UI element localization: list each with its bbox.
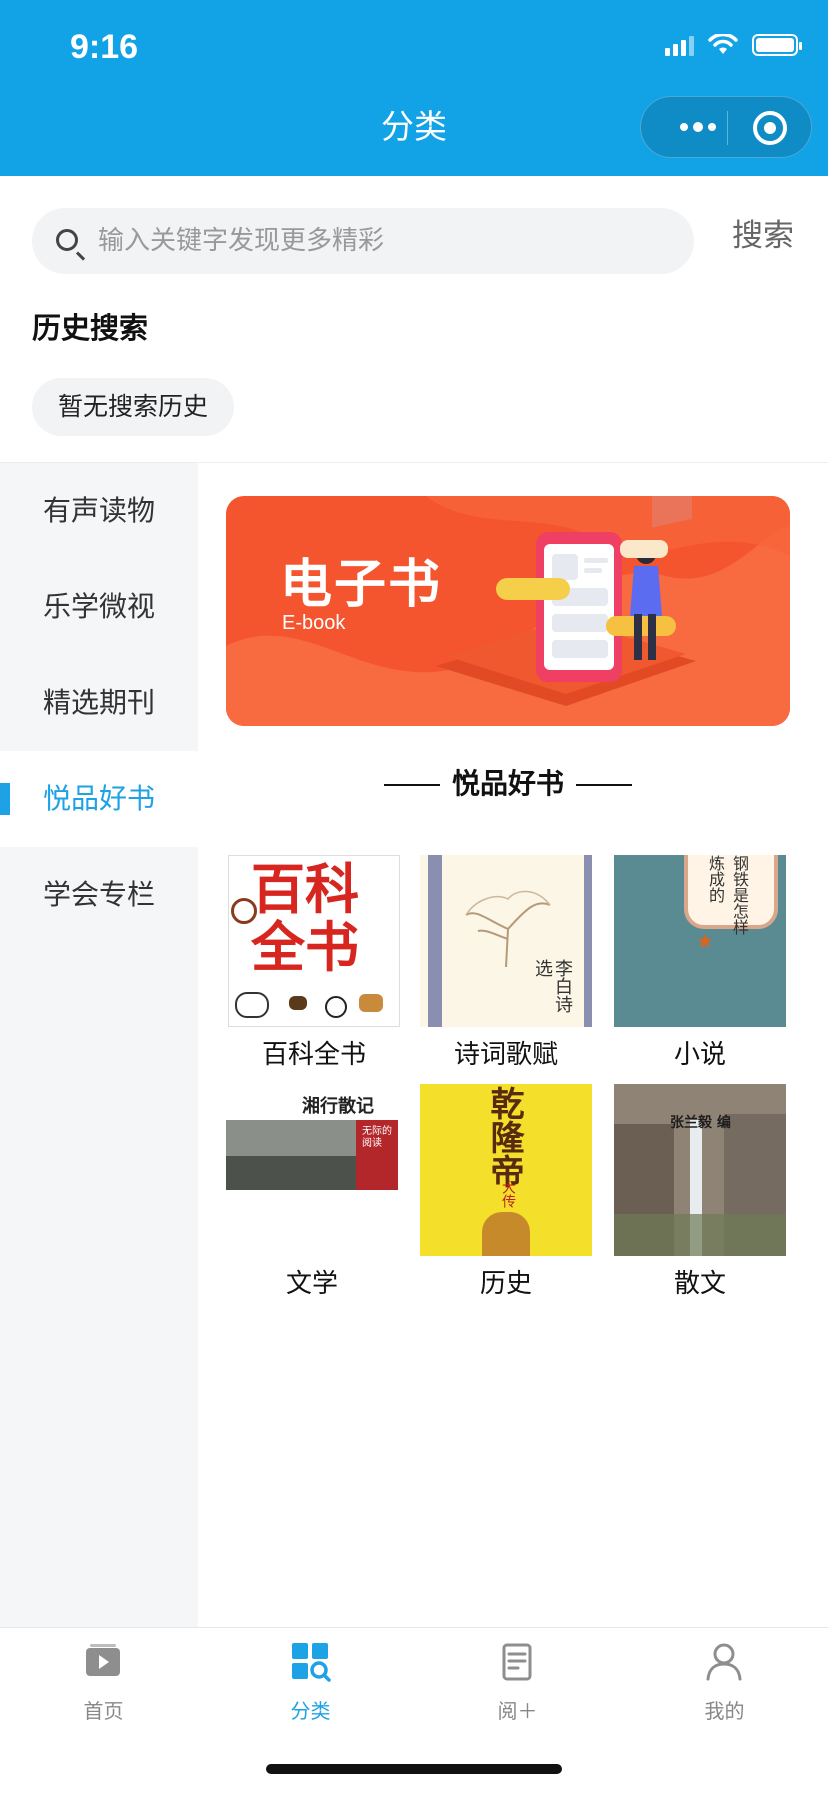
tab-read-plus[interactable]: 阅＋ — [414, 1640, 621, 1740]
book-cover: 李白诗选 — [420, 855, 592, 1027]
book-card-poetry[interactable]: 李白诗选 诗词歌赋 — [420, 855, 592, 1073]
book-card-encyclopedia[interactable]: 百科 全书 百科全书 — [228, 855, 400, 1073]
history-title: 历史搜索 — [32, 311, 149, 345]
more-icon[interactable] — [669, 97, 727, 157]
book-cover: 湘行散记 无际的阅读 — [226, 1084, 398, 1256]
book-label: 文学 — [285, 1269, 338, 1299]
tab-mine[interactable]: 我的 — [621, 1640, 828, 1740]
sidebar-item-label: 学会专栏 — [42, 878, 155, 911]
bicycle-icon — [235, 992, 269, 1018]
category-grid-icon — [292, 1643, 331, 1682]
ebook-banner[interactable]: 电子书 E-book — [226, 496, 790, 726]
title-line-right — [576, 784, 632, 786]
cover-text: 全书 — [251, 916, 359, 979]
tab-label: 首页 — [83, 1699, 124, 1723]
book-cover: 张兰毅 编 — [614, 1084, 786, 1256]
sidebar-item-video[interactable]: 乐学微视 — [0, 559, 198, 655]
tab-home[interactable]: 首页 — [0, 1640, 207, 1740]
sidebar-item-label: 有声读物 — [42, 494, 155, 527]
tab-category[interactable]: 分类 — [207, 1640, 414, 1740]
ball-icon — [325, 996, 347, 1018]
cover-text: 湘行散记 — [302, 1096, 374, 1117]
cover-text: 乾隆帝 — [484, 1086, 524, 1188]
tab-label: 阅＋ — [497, 1699, 538, 1723]
cover-text: 张兰毅 编 — [670, 1115, 731, 1131]
sidebar-item-label: 悦品好书 — [42, 782, 155, 815]
tab-label: 我的 — [704, 1699, 745, 1723]
cover-spine — [428, 855, 442, 1027]
tab-label: 分类 — [290, 1699, 331, 1723]
dog-icon — [359, 994, 383, 1012]
section-title: 悦品好书 — [226, 762, 790, 806]
active-indicator — [0, 783, 10, 815]
sidebar-item-label: 乐学微视 — [42, 590, 155, 623]
cover-text: 钢铁是怎样 — [730, 855, 749, 935]
section-title-text: 悦品好书 — [451, 767, 564, 800]
emperor-figure — [482, 1212, 530, 1256]
cover-subtext: 无际的阅读 — [362, 1126, 392, 1149]
cover-text: 炼成的 — [706, 855, 725, 903]
cover-subtext: 大传 — [500, 1180, 516, 1208]
animal-icon — [289, 996, 307, 1010]
search-icon — [56, 229, 78, 251]
book-card-history[interactable]: 乾隆帝 大传 历史 — [420, 1084, 592, 1302]
sidebar-item-journals[interactable]: 精选期刊 — [0, 655, 198, 751]
document-icon — [502, 1643, 532, 1681]
book-label: 散文 — [673, 1269, 726, 1299]
book-label: 小说 — [673, 1040, 726, 1070]
sidebar-item-good-books[interactable]: 悦品好书 — [0, 751, 198, 847]
book-cover: 钢铁是怎样 炼成的 ★ — [614, 855, 786, 1027]
book-card-literature[interactable]: 湘行散记 无际的阅读 文学 — [226, 1084, 398, 1302]
book-label: 百科全书 — [261, 1040, 366, 1070]
title-line-left — [383, 784, 440, 786]
star-icon: ★ — [696, 929, 714, 953]
sidebar-item-label: 精选期刊 — [42, 686, 155, 719]
battery-icon — [752, 34, 802, 56]
home-video-icon — [86, 1644, 120, 1676]
close-target-icon[interactable] — [753, 111, 787, 145]
wheel-icon — [231, 898, 257, 924]
book-label: 诗词歌赋 — [453, 1040, 558, 1070]
cellular-signal-icon — [665, 34, 694, 56]
book-card-prose[interactable]: 张兰毅 编 散文 — [614, 1084, 786, 1302]
history-empty-chip: 暂无搜索历史 — [32, 378, 235, 436]
tree-illustration — [465, 890, 551, 968]
book-cover: 乾隆帝 大传 — [420, 1084, 592, 1256]
search-input[interactable] — [98, 208, 658, 274]
banner-title: 电子书 — [280, 555, 443, 615]
category-sidebar: 有声读物 乐学微视 精选期刊 悦品好书 学会专栏 — [0, 463, 198, 1627]
search-box — [32, 208, 694, 274]
book-label: 历史 — [479, 1269, 532, 1299]
wifi-icon — [708, 34, 738, 54]
top-bar: 9:16 分类 — [0, 0, 828, 176]
sidebar-item-audio[interactable]: 有声读物 — [0, 463, 198, 559]
book-card-novel[interactable]: 钢铁是怎样 炼成的 ★ 小说 — [614, 855, 786, 1073]
cover-photo — [226, 1120, 356, 1190]
home-indicator — [266, 1764, 562, 1774]
cover-text: 李白诗选 — [532, 959, 573, 1013]
sidebar-item-columns[interactable]: 学会专栏 — [0, 847, 198, 943]
status-icons — [665, 34, 802, 56]
mini-program-capsule — [640, 96, 812, 158]
capsule-divider — [727, 111, 728, 145]
search-button[interactable]: 搜索 — [732, 214, 794, 258]
cover-edge — [584, 855, 592, 1027]
cover-text: 百科 — [251, 858, 359, 921]
banner-subtitle: E-book — [282, 612, 346, 634]
status-time: 9:16 — [70, 28, 139, 66]
book-cover: 百科 全书 — [228, 855, 400, 1027]
person-icon — [706, 1643, 742, 1681]
